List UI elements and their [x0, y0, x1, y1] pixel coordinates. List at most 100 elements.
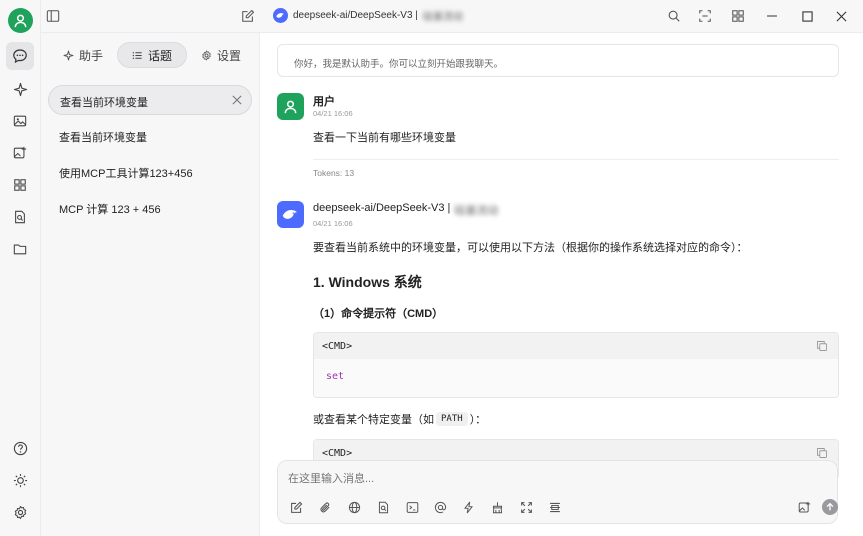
assistant-provider: 硅基流动 [454, 205, 499, 217]
model-name: deepseek-ai/DeepSeek-V3 | [293, 10, 418, 21]
heading-windows: 1. Windows 系统 [313, 274, 422, 290]
sparkle-icon [13, 82, 27, 96]
sidebar-icon [46, 10, 60, 22]
web-search-button[interactable] [347, 500, 361, 514]
globe-icon [348, 501, 360, 513]
help-button[interactable] [8, 436, 32, 460]
expand-icon [520, 501, 532, 513]
mention-button[interactable] [433, 500, 447, 514]
expand-icon [699, 10, 711, 22]
topic-item-active-label: 查看当前环境变量 [60, 97, 148, 109]
theme-toggle-button[interactable] [8, 468, 32, 492]
topic-item[interactable]: 使用MCP工具计算123+456 [59, 165, 193, 181]
minimize-button[interactable] [764, 8, 780, 24]
edit-icon [242, 9, 255, 22]
grid-icon [14, 179, 26, 191]
person-icon [14, 14, 27, 28]
apps-nav-button[interactable] [8, 173, 32, 197]
copy-button[interactable] [816, 447, 828, 459]
message-composer [277, 460, 838, 524]
settings-button[interactable] [8, 500, 32, 524]
clear-context-button[interactable] [490, 500, 504, 514]
files-nav-button[interactable] [8, 237, 32, 261]
top-bar: deepseek-ai/DeepSeek-V3 | 硅基流动 [41, 0, 863, 33]
agents-nav-button[interactable] [8, 77, 32, 101]
close-icon [836, 11, 846, 21]
greeting-card: 你好，我是默认助手。你可以立刻开始跟我聊天。 [277, 44, 839, 77]
copy-button[interactable] [816, 340, 828, 352]
delete-topic-button[interactable] [232, 95, 242, 105]
assistant-timestamp: 04/21 16:06 [313, 219, 353, 228]
code-block-header: <CMD> [314, 333, 838, 359]
code-block: <CMD> set [313, 332, 839, 398]
grid-icon [732, 10, 744, 22]
person-icon [284, 100, 297, 114]
toggle-sidebar-button[interactable] [45, 8, 61, 24]
user-avatar[interactable] [8, 8, 33, 33]
paragraph-suffix: ）： [469, 414, 487, 426]
list-icon [132, 51, 142, 59]
quick-phrases-button[interactable] [461, 500, 475, 514]
image-nav-button[interactable] [8, 109, 32, 133]
assistant-avatar [277, 201, 304, 228]
send-button[interactable] [822, 499, 838, 515]
new-topic-button[interactable] [289, 500, 303, 514]
deepseek-icon [273, 8, 288, 23]
folder-icon [13, 244, 27, 255]
layout-button[interactable] [730, 8, 746, 24]
user-message: 查看一下当前有哪些环境变量 [313, 132, 456, 144]
chat-nav-button[interactable] [6, 42, 34, 70]
greeting-text: 你好，我是默认助手。你可以立刻开始跟我聊天。 [294, 59, 504, 70]
maximize-icon [801, 10, 813, 22]
user-timestamp: 04/21 16:06 [313, 109, 353, 118]
copy-icon [817, 341, 827, 351]
image-add-icon [798, 501, 810, 512]
mcp-tools-button[interactable] [405, 500, 419, 514]
document-search-icon [378, 501, 388, 513]
knowledge-button[interactable] [376, 500, 390, 514]
message-input[interactable] [288, 469, 788, 489]
sun-icon [13, 473, 27, 487]
topic-item[interactable]: MCP 计算 123 + 456 [59, 201, 161, 217]
user-name: 用户 [313, 96, 335, 108]
close-button[interactable] [833, 8, 849, 24]
tab-assistant-label: 助手 [79, 48, 104, 63]
new-context-button[interactable] [548, 500, 562, 514]
tab-assistant[interactable]: 助手 [63, 42, 103, 68]
terminal-icon [406, 501, 418, 513]
divider [313, 159, 839, 160]
expand-input-button[interactable] [519, 500, 533, 514]
tab-settings[interactable]: 设置 [201, 42, 241, 68]
code-language: <CMD> [322, 340, 353, 352]
topic-panel: 助手 话题 设置 查看当前环境变量 查看当前环境变量 使用MCP工具计算123+… [41, 33, 260, 536]
edit-icon [290, 501, 302, 513]
search-button[interactable] [666, 8, 682, 24]
attach-button[interactable] [318, 500, 332, 514]
close-icon [232, 95, 242, 105]
paperclip-icon [320, 502, 330, 512]
minimize-icon [767, 15, 777, 17]
heading-cmd: （1）命令提示符（CMD） [313, 308, 444, 320]
copy-icon [817, 448, 827, 458]
arrow-up-icon [826, 502, 834, 511]
code-language: <CMD> [322, 447, 353, 459]
new-topic-button[interactable] [240, 8, 256, 24]
maximize-button[interactable] [799, 8, 815, 24]
lightning-icon [463, 501, 473, 513]
gear-icon [14, 505, 26, 519]
image-edit-icon [13, 146, 27, 159]
tab-topics[interactable]: 话题 [117, 42, 188, 68]
model-provider: 硅基流动 [422, 12, 463, 23]
expand-button[interactable] [697, 8, 713, 24]
token-count: Tokens: 13 [313, 168, 355, 178]
model-selector[interactable]: deepseek-ai/DeepSeek-V3 | 硅基流动 [273, 8, 463, 23]
knowledge-nav-button[interactable] [8, 205, 32, 229]
image-edit-nav-button[interactable] [8, 141, 32, 165]
sparkle-icon [63, 50, 74, 60]
help-icon [13, 441, 27, 455]
topic-item[interactable]: 查看当前环境变量 [59, 129, 147, 145]
image-generate-button[interactable] [797, 500, 811, 514]
topic-item-active[interactable]: 查看当前环境变量 [48, 85, 252, 115]
paragraph: 或查看某个特定变量（如 PATH ）： [313, 411, 486, 427]
chat-bubble-icon [13, 49, 27, 64]
